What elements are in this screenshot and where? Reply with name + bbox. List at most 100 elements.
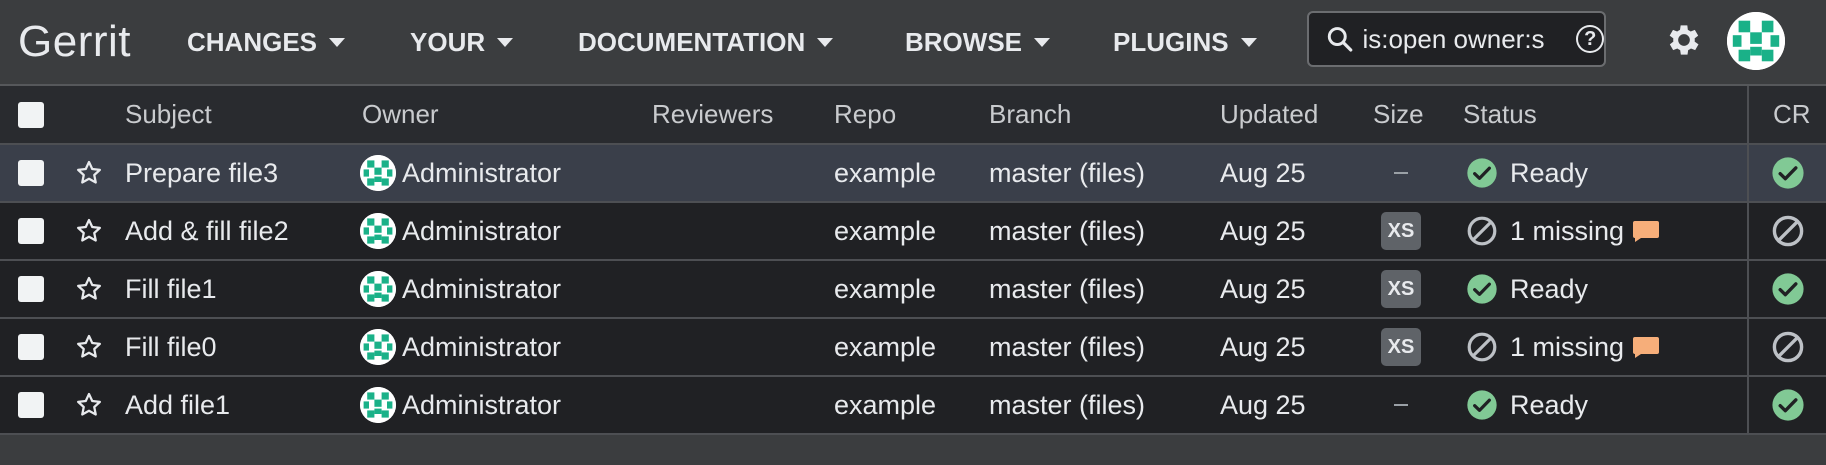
help-icon[interactable]: ? xyxy=(1576,25,1604,53)
status-cell: Ready xyxy=(1466,145,1588,201)
change-subject-link[interactable]: Prepare file3 xyxy=(125,158,278,189)
branch-link[interactable]: master (files) xyxy=(989,390,1145,421)
branch-link[interactable]: master (files) xyxy=(989,158,1145,189)
blocked-icon xyxy=(1772,215,1804,247)
branch-link[interactable]: master (files) xyxy=(989,332,1145,363)
change-subject-link[interactable]: Fill file1 xyxy=(125,274,217,305)
owner-name: Administrator xyxy=(402,215,562,246)
size-badge: XS xyxy=(1381,328,1421,366)
row-checkbox[interactable] xyxy=(18,218,44,244)
status-text: Ready xyxy=(1510,157,1589,188)
column-divider xyxy=(1747,86,1749,143)
chevron-down-icon xyxy=(817,37,834,47)
select-all-checkbox[interactable] xyxy=(18,101,44,128)
col-reviewers: Reviewers xyxy=(652,99,774,129)
repo-link[interactable]: example xyxy=(834,390,936,421)
change-subject-link[interactable]: Fill file0 xyxy=(125,332,217,363)
nav-plugins[interactable]: PLUGINS xyxy=(1113,0,1257,84)
star-icon[interactable] xyxy=(74,216,104,246)
nav-label: YOUR xyxy=(410,26,486,57)
column-divider xyxy=(1747,377,1749,433)
repo-link[interactable]: example xyxy=(834,274,936,305)
updated-value: Aug 25 xyxy=(1220,389,1306,420)
col-repo: Repo xyxy=(834,99,897,129)
top-bar: Gerrit CHANGES YOUR DOCUMENTATION BROWSE… xyxy=(0,0,1826,86)
row-checkbox[interactable] xyxy=(18,276,44,302)
size-empty-dash xyxy=(1394,172,1408,174)
nav-changes[interactable]: CHANGES xyxy=(187,0,346,84)
col-cr: CR xyxy=(1773,99,1811,129)
status-cell: 1 missing xyxy=(1466,319,1660,375)
owner-name: Administrator xyxy=(402,331,562,362)
table-row[interactable]: Fill file1 Administrator example master … xyxy=(0,261,1826,319)
user-avatar[interactable] xyxy=(1727,12,1785,70)
repo-link[interactable]: example xyxy=(834,332,936,363)
nav-your[interactable]: YOUR xyxy=(410,0,514,84)
nav-label: DOCUMENTATION xyxy=(578,26,806,57)
repo-link[interactable]: example xyxy=(834,158,936,189)
table-row[interactable]: Prepare file3 Administrator example mast… xyxy=(0,145,1826,203)
row-checkbox[interactable] xyxy=(18,334,44,360)
owner-cell[interactable]: Administrator xyxy=(360,145,561,201)
branch-link[interactable]: master (files) xyxy=(989,216,1145,247)
chevron-down-icon xyxy=(1034,37,1050,47)
star-icon[interactable] xyxy=(74,390,104,420)
blocked-icon xyxy=(1772,331,1804,363)
table-row[interactable]: Fill file0 Administrator example master … xyxy=(0,319,1826,377)
col-branch: Branch xyxy=(989,99,1072,129)
owner-cell[interactable]: Administrator xyxy=(360,203,561,259)
column-divider xyxy=(1747,145,1749,201)
table-row[interactable]: Add & fill file2 Administrator example m… xyxy=(0,203,1826,261)
updated-value: Aug 25 xyxy=(1220,215,1306,246)
col-subject: Subject xyxy=(125,99,212,129)
owner-cell[interactable]: Administrator xyxy=(360,261,561,317)
size-badge: XS xyxy=(1381,212,1421,250)
search-input[interactable] xyxy=(1360,22,1575,56)
change-subject-link[interactable]: Add file1 xyxy=(125,390,230,421)
repo-link[interactable]: example xyxy=(834,216,936,247)
owner-cell[interactable]: Administrator xyxy=(360,319,561,375)
brand-logo[interactable]: Gerrit xyxy=(18,17,131,67)
star-icon[interactable] xyxy=(74,158,104,188)
owner-avatar xyxy=(360,155,396,191)
owner-name: Administrator xyxy=(402,157,562,188)
owner-avatar xyxy=(360,213,396,249)
nav-browse[interactable]: BROWSE xyxy=(905,0,1050,84)
check-circle-icon xyxy=(1467,274,1497,304)
status-text: 1 missing xyxy=(1510,331,1625,362)
status-text: 1 missing xyxy=(1510,215,1625,246)
change-subject-link[interactable]: Add & fill file2 xyxy=(125,216,289,247)
owner-name: Administrator xyxy=(402,389,562,420)
nav-label: PLUGINS xyxy=(1113,26,1229,57)
table-body: Prepare file3 Administrator example mast… xyxy=(0,145,1826,435)
owner-avatar xyxy=(360,387,396,423)
table-footer xyxy=(0,435,1826,465)
updated-value: Aug 25 xyxy=(1220,331,1306,362)
check-circle-icon xyxy=(1772,273,1804,305)
updated-value: Aug 25 xyxy=(1220,273,1306,304)
chevron-down-icon xyxy=(329,37,346,47)
table-header: Subject Owner Reviewers Repo Branch Upda… xyxy=(0,86,1826,145)
nav-documentation[interactable]: DOCUMENTATION xyxy=(578,0,834,84)
size-badge: XS xyxy=(1381,270,1421,308)
nav-label: CHANGES xyxy=(187,26,318,57)
status-cell: Ready xyxy=(1466,261,1588,317)
branch-link[interactable]: master (files) xyxy=(989,274,1145,305)
owner-avatar xyxy=(360,271,396,307)
check-circle-icon xyxy=(1772,389,1804,421)
chevron-down-icon xyxy=(1240,37,1257,47)
col-owner: Owner xyxy=(362,99,439,129)
column-divider xyxy=(1747,203,1749,259)
star-icon[interactable] xyxy=(74,332,104,362)
blocked-icon xyxy=(1467,332,1497,362)
status-text: Ready xyxy=(1510,389,1589,420)
search-icon xyxy=(1327,27,1353,52)
gear-icon[interactable] xyxy=(1664,20,1704,60)
col-status: Status xyxy=(1463,99,1537,129)
row-checkbox[interactable] xyxy=(18,392,44,418)
table-row[interactable]: Add file1 Administrator example master (… xyxy=(0,377,1826,435)
row-checkbox[interactable] xyxy=(18,160,44,186)
owner-name: Administrator xyxy=(402,273,562,304)
owner-cell[interactable]: Administrator xyxy=(360,377,561,433)
star-icon[interactable] xyxy=(74,274,104,304)
